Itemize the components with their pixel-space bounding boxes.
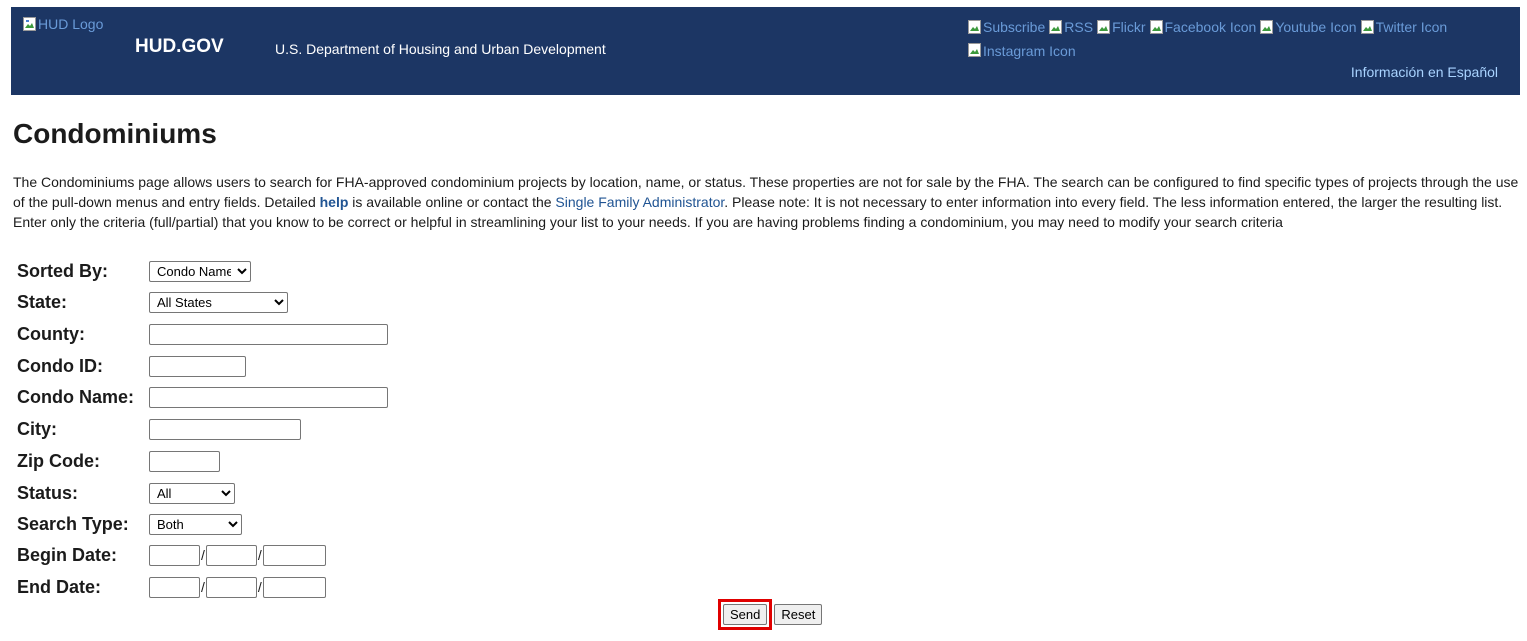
- zip-code-input[interactable]: [149, 450, 220, 472]
- instagram-link[interactable]: Instagram Icon: [968, 41, 1076, 61]
- end-date-label: End Date:: [17, 576, 102, 597]
- begin-day-input[interactable]: [205, 544, 257, 566]
- county-input[interactable]: [149, 323, 388, 345]
- twitter-link[interactable]: Twitter Icon: [1360, 17, 1447, 37]
- site-header: HUD Logo HUD.GOV U.S. Department of Hous…: [11, 7, 1520, 95]
- county-label: County:: [17, 323, 85, 344]
- broken-image-icon: [1097, 19, 1111, 35]
- end-year-input[interactable]: [262, 576, 326, 598]
- sorted-by-row: Sorted By: Condo Name: [17, 259, 251, 283]
- form-buttons: Send Reset: [718, 599, 823, 630]
- state-row: State: All States: [17, 290, 288, 314]
- sorted-by-label: Sorted By:: [17, 260, 109, 281]
- reset-button[interactable]: Reset: [774, 604, 823, 625]
- condo-id-input[interactable]: [149, 355, 246, 377]
- broken-image-icon: [23, 16, 37, 32]
- city-row: City:: [17, 417, 301, 441]
- page-title: Condominiums: [13, 118, 217, 149]
- status-label: Status:: [17, 482, 79, 503]
- send-button[interactable]: Send: [723, 604, 768, 625]
- state-select[interactable]: All States: [149, 291, 288, 313]
- send-highlight: Send: [718, 599, 773, 630]
- site-name[interactable]: HUD.GOV: [135, 36, 224, 58]
- condo-id-label: Condo ID:: [17, 355, 103, 376]
- end-day-input[interactable]: [205, 576, 257, 598]
- status-row: Status: All: [17, 481, 235, 505]
- condo-name-input[interactable]: [149, 386, 388, 408]
- state-label: State:: [17, 291, 68, 312]
- zip-code-row: Zip Code:: [17, 449, 220, 473]
- youtube-link[interactable]: Youtube Icon: [1260, 17, 1357, 37]
- subscribe-link[interactable]: Subscribe: [968, 17, 1045, 37]
- espanol-link[interactable]: Información en Español: [1351, 64, 1498, 80]
- zip-code-label: Zip Code:: [17, 450, 100, 471]
- county-row: County:: [17, 322, 388, 346]
- rss-link[interactable]: RSS: [1049, 17, 1093, 37]
- department-name: U.S. Department of Housing and Urban Dev…: [275, 41, 606, 57]
- condo-name-row: Condo Name:: [17, 385, 388, 409]
- city-label: City:: [17, 418, 57, 439]
- date-separator: /: [257, 547, 262, 563]
- flickr-link[interactable]: Flickr: [1097, 17, 1146, 37]
- search-type-row: Search Type: Both: [17, 512, 242, 536]
- broken-image-icon: [1260, 19, 1274, 35]
- end-date-group: / /: [149, 576, 326, 598]
- date-separator: /: [257, 579, 262, 595]
- intro-text: The Condominiums page allows users to se…: [13, 174, 1519, 230]
- begin-year-input[interactable]: [262, 544, 326, 566]
- condo-id-row: Condo ID:: [17, 354, 246, 378]
- city-input[interactable]: [149, 418, 301, 440]
- search-type-select[interactable]: Both: [149, 513, 242, 535]
- sorted-by-select[interactable]: Condo Name: [149, 260, 251, 282]
- broken-image-icon: [968, 19, 982, 35]
- search-type-label: Search Type:: [17, 513, 129, 534]
- begin-month-input[interactable]: [149, 544, 200, 566]
- date-separator: /: [201, 547, 205, 563]
- broken-image-icon: [1360, 19, 1375, 35]
- social-links: Subscribe RSS Flickr Facebook Icon Youtube I…: [968, 17, 1488, 64]
- begin-date-group: / /: [149, 544, 326, 566]
- status-select[interactable]: All: [149, 482, 235, 504]
- begin-date-row: Begin Date: / /: [17, 543, 326, 567]
- end-month-input[interactable]: [149, 576, 200, 598]
- end-date-row: End Date: / /: [17, 575, 326, 599]
- begin-date-label: Begin Date:: [17, 544, 118, 565]
- date-separator: /: [201, 579, 205, 595]
- condo-name-label: Condo Name:: [17, 386, 134, 407]
- broken-image-icon: [1149, 19, 1164, 35]
- broken-image-icon: [968, 43, 982, 58]
- help-link[interactable]: help: [320, 194, 349, 210]
- broken-image-icon: [1049, 19, 1063, 35]
- facebook-link[interactable]: Facebook Icon: [1149, 17, 1256, 37]
- hud-logo[interactable]: HUD Logo: [23, 16, 103, 32]
- single-family-administrator-link[interactable]: Single Family Administrator: [555, 194, 724, 210]
